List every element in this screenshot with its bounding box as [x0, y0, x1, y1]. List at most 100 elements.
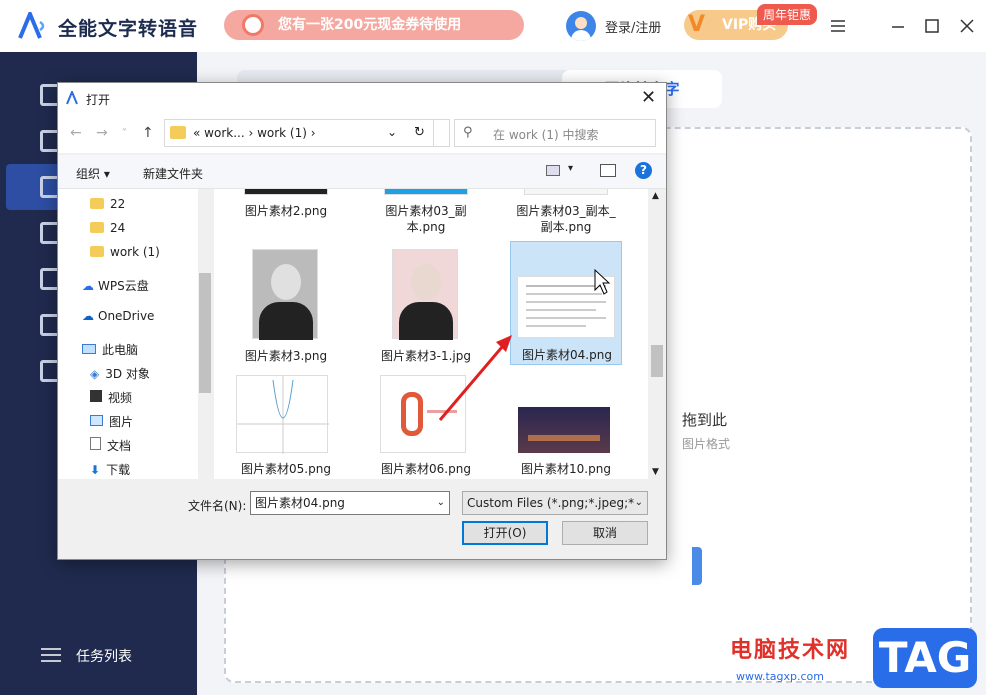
- site-watermark: 电脑技术网: [730, 638, 851, 663]
- search-box[interactable]: ⚲ 在 work (1) 中搜索: [454, 119, 656, 147]
- login-register-link[interactable]: 登录/注册: [605, 17, 661, 36]
- scroll-up-icon[interactable]: ▲: [652, 191, 659, 201]
- tree-item-wps-cloud[interactable]: ☁ WPS云盘: [82, 277, 149, 294]
- coupon-banner[interactable]: 您有一张200元现金券待使用: [224, 10, 524, 40]
- app-header: 全能文字转语音 您有一张200元现金券待使用 登录/注册 V VIP购买 周年钜…: [0, 0, 986, 52]
- close-icon[interactable]: [957, 16, 977, 36]
- app-logo-icon: [66, 91, 78, 105]
- file-item[interactable]: 图片素材10.png: [510, 371, 622, 479]
- filename-label: 文件名(N):: [188, 499, 247, 513]
- search-icon: ⚲: [463, 125, 473, 140]
- drop-subtext: 图片格式: [682, 437, 731, 451]
- folder-icon: [170, 126, 186, 139]
- scroll-down-icon[interactable]: ▼: [652, 467, 659, 477]
- help-icon[interactable]: ?: [635, 162, 652, 179]
- app-title: 全能文字转语音: [58, 18, 199, 40]
- folder-icon: [90, 222, 104, 233]
- dialog-footer: 文件名(N): 图片素材04.png ⌄ Custom Files (*.png…: [58, 479, 666, 559]
- video-icon: [90, 390, 102, 402]
- search-placeholder: 在 work (1) 中搜索: [493, 128, 599, 142]
- file-list: 图片素材2.png 图片素材03_副本.png 图片素材03_副本_副本.png…: [214, 189, 648, 479]
- file-type-select[interactable]: Custom Files (*.png;*.jpeg;*.j ⌄: [462, 491, 648, 515]
- chevron-down-icon[interactable]: ⌄: [387, 125, 397, 139]
- forward-arrow-icon[interactable]: →: [96, 125, 108, 141]
- tree-item-videos[interactable]: 视频: [90, 389, 132, 406]
- up-arrow-icon[interactable]: ↑: [142, 125, 154, 141]
- tree-item-3d-objects[interactable]: ◈ 3D 对象: [90, 365, 150, 382]
- file-item[interactable]: 图片素材03_副本.png: [370, 189, 482, 239]
- user-avatar[interactable]: [566, 11, 596, 41]
- minimize-icon[interactable]: [888, 16, 908, 36]
- tree-item-documents[interactable]: 文档: [90, 437, 131, 454]
- add-file-button[interactable]: [692, 547, 702, 585]
- alarm-clock-icon: [242, 14, 264, 36]
- open-file-dialog: 打开 ✕ ← → ˅ ↑ « work... › work (1) › ⌄ ↻ …: [57, 82, 667, 560]
- file-thumbnail: [524, 189, 608, 195]
- file-thumbnail: [252, 249, 318, 340]
- computer-icon: [82, 344, 96, 354]
- file-item[interactable]: 图片素材05.png: [230, 371, 342, 479]
- tree-scrollbar[interactable]: [198, 189, 212, 479]
- dialog-title: 打开: [86, 93, 111, 107]
- file-item-selected[interactable]: 图片素材04.png: [510, 241, 622, 365]
- file-item[interactable]: 图片素材2.png: [230, 189, 342, 239]
- cube-icon: ◈: [90, 367, 100, 381]
- file-thumbnail: [236, 375, 329, 454]
- menu-icon[interactable]: [828, 16, 848, 36]
- tree-item-downloads[interactable]: ⬇ 下载: [90, 461, 130, 478]
- tree-item-onedrive[interactable]: ☁ OneDrive: [82, 309, 154, 323]
- app-logo-icon: [18, 12, 45, 39]
- open-button[interactable]: 打开(O): [462, 521, 548, 545]
- tag-logo: TAG: [873, 628, 977, 688]
- tree-item-work1[interactable]: work (1): [90, 245, 160, 259]
- document-icon: [90, 437, 101, 450]
- refresh-button[interactable]: ↻: [406, 119, 434, 147]
- file-thumbnail: [392, 249, 458, 340]
- anniversary-badge: 周年钜惠: [757, 4, 818, 25]
- file-thumbnail: [244, 189, 328, 195]
- picture-icon: [90, 415, 103, 426]
- filename-input[interactable]: 图片素材04.png ⌄: [250, 491, 450, 515]
- file-item[interactable]: 图片素材3-1.jpg: [370, 245, 482, 367]
- chevron-down-icon[interactable]: ⌄: [437, 492, 445, 514]
- address-path: « work... › work (1) ›: [193, 126, 316, 140]
- navigation-bar: ← → ˅ ↑ « work... › work (1) › ⌄ ↻ ⚲ 在 w…: [58, 113, 666, 153]
- coupon-text: 您有一张200元现金券待使用: [278, 17, 462, 33]
- dialog-toolbar: 组织 ▾ 新建文件夹 ▾ ?: [58, 155, 666, 189]
- file-item[interactable]: 图片素材3.png: [230, 245, 342, 367]
- site-url: www.tagxp.com: [736, 670, 824, 683]
- organize-menu[interactable]: 组织 ▾: [76, 165, 110, 182]
- folder-icon: [90, 198, 104, 209]
- chevron-down-icon[interactable]: ⌄: [634, 492, 643, 514]
- task-list-label: 任务列表: [76, 649, 132, 665]
- maximize-icon[interactable]: [922, 16, 942, 36]
- file-item[interactable]: 图片素材06.png: [370, 371, 482, 479]
- navigation-tree: 22 24 work (1) ☁ WPS云盘 ☁ OneDrive 此电脑 ◈ 3D …: [58, 189, 198, 479]
- new-folder-button[interactable]: 新建文件夹: [143, 165, 203, 182]
- tree-item-24[interactable]: 24: [90, 221, 125, 235]
- recent-dropdown-icon[interactable]: ˅: [122, 128, 127, 139]
- file-thumbnail: [384, 189, 468, 195]
- drop-text: 拖到此: [682, 411, 728, 429]
- file-thumbnail: [517, 276, 615, 338]
- back-arrow-icon[interactable]: ←: [70, 125, 82, 141]
- preview-pane-icon[interactable]: [600, 164, 616, 177]
- tree-item-this-pc[interactable]: 此电脑: [82, 341, 138, 358]
- dialog-close-icon[interactable]: ✕: [641, 87, 656, 108]
- task-list-button[interactable]: 任务列表: [40, 646, 132, 668]
- folder-icon: [90, 246, 104, 257]
- file-list-scrollbar[interactable]: ▲ ▼: [648, 189, 666, 479]
- onedrive-icon: ☁: [82, 309, 94, 323]
- file-thumbnail: [380, 375, 466, 453]
- download-icon: ⬇: [90, 463, 101, 477]
- tree-item-pictures[interactable]: 图片: [90, 413, 133, 430]
- view-dropdown-icon[interactable]: ▾: [568, 163, 573, 174]
- cancel-button[interactable]: 取消: [562, 521, 648, 545]
- view-icon[interactable]: [546, 165, 560, 176]
- file-thumbnail: [518, 407, 610, 453]
- cloud-icon: ☁: [82, 279, 94, 293]
- tree-item-22[interactable]: 22: [90, 197, 125, 211]
- file-item[interactable]: 图片素材03_副本_副本.png: [510, 189, 622, 239]
- list-icon: [41, 648, 61, 662]
- dialog-titlebar: 打开 ✕: [58, 83, 666, 113]
